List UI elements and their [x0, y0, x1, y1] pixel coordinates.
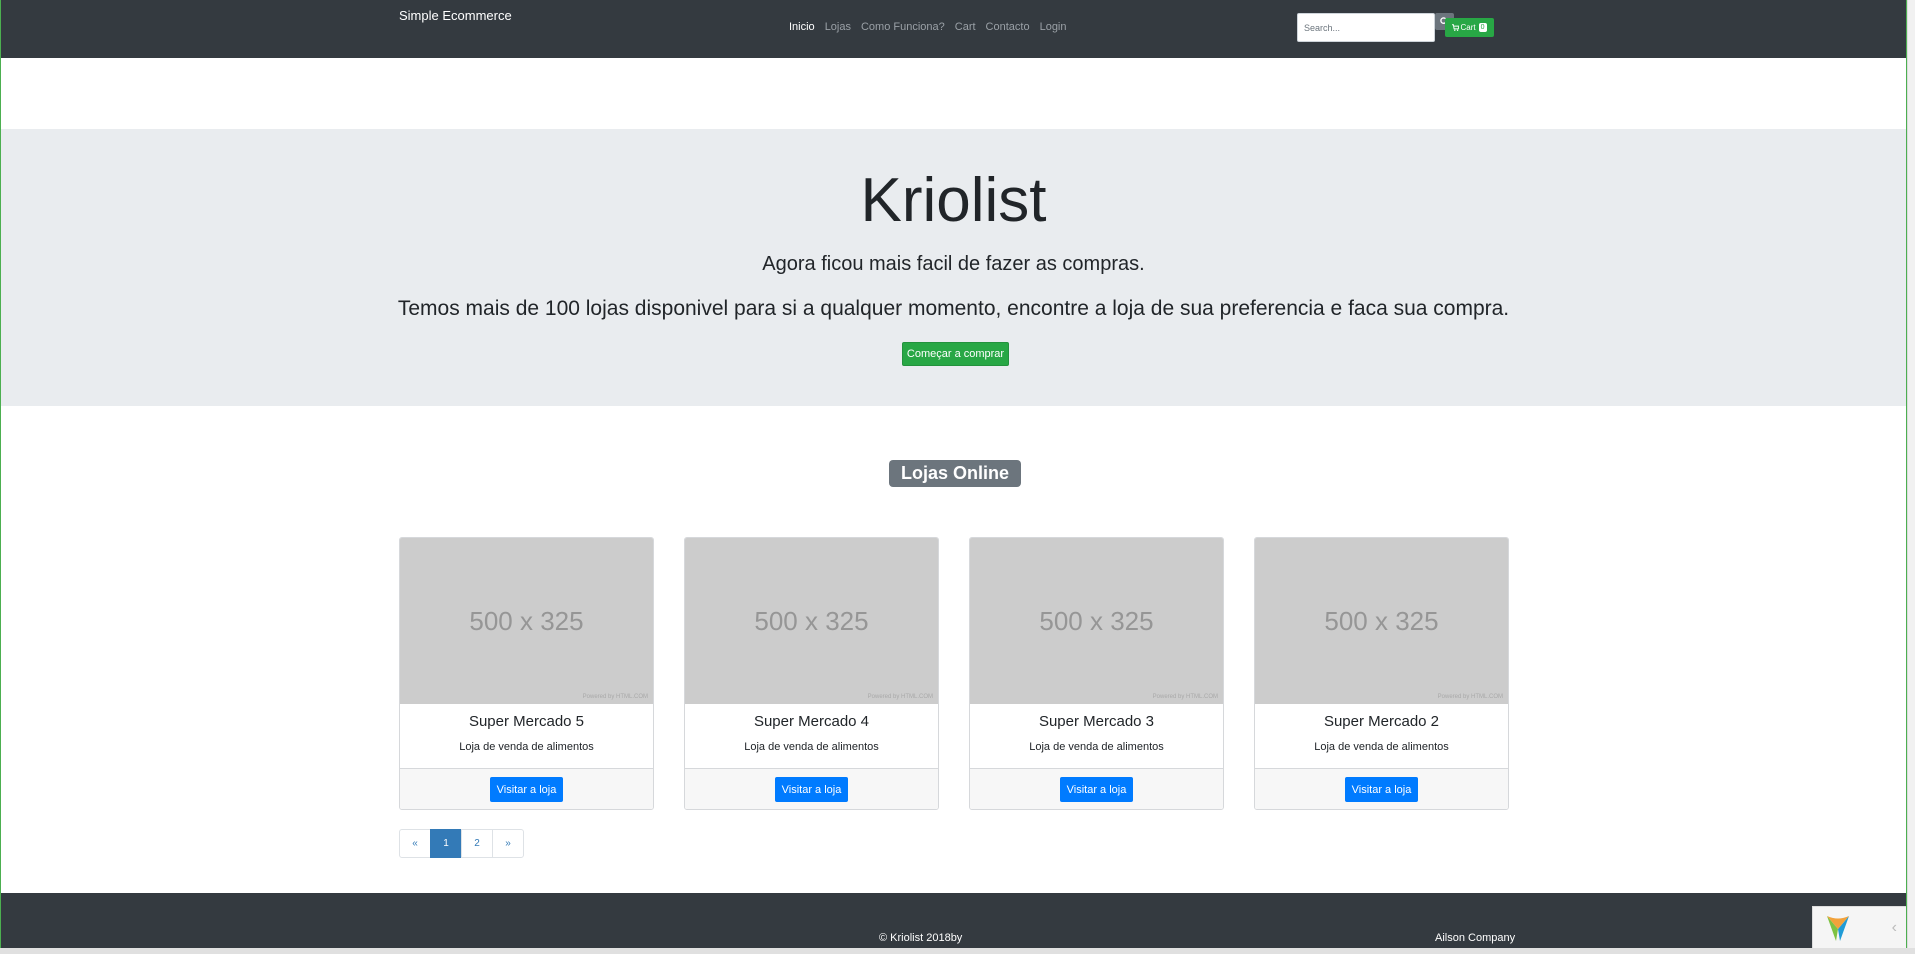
store-image: 500 x 325 Powered by HTML.COM	[1255, 538, 1508, 704]
nav-link-login[interactable]: Login	[1040, 21, 1067, 33]
copyright-text: © Kriolist 2018by	[879, 932, 963, 944]
company-name: Ailson Company	[1435, 932, 1516, 944]
store-title: Super Mercado 2	[1323, 713, 1440, 730]
image-placeholder-text: 500 x 325	[1039, 605, 1154, 636]
debug-toolbar: ‹	[1812, 906, 1906, 950]
store-image: 500 x 325 Powered by HTML.COM	[400, 538, 653, 704]
store-card: 500 x 325 Powered by HTML.COM Super Merc…	[1254, 537, 1509, 810]
nav-link-como-funciona[interactable]: Como Funciona?	[861, 21, 945, 33]
image-placeholder-text: 500 x 325	[754, 605, 869, 636]
image-credit: Powered by HTML.COM	[1437, 694, 1503, 700]
visit-store-button[interactable]: Visitar a loja	[490, 777, 563, 802]
visit-store-button[interactable]: Visitar a loja	[1060, 777, 1133, 802]
store-description: Loja de venda de alimentos	[1029, 741, 1164, 753]
pagination-page-2[interactable]: 2	[461, 829, 493, 858]
store-card: 500 x 325 Powered by HTML.COM Super Merc…	[969, 537, 1224, 810]
visit-store-button[interactable]: Visitar a loja	[775, 777, 848, 802]
chevron-left-icon[interactable]: ‹	[1892, 919, 1897, 937]
page: Simple Ecommerce Inicio Lojas Como Funci…	[0, 0, 1907, 954]
pagination-page-1[interactable]: 1	[430, 829, 462, 858]
nav-link-contacto[interactable]: Contacto	[986, 21, 1030, 33]
card-footer: Visitar a loja	[685, 768, 938, 809]
search-input[interactable]	[1297, 13, 1435, 42]
hero-title: Kriolist	[860, 166, 1047, 235]
card-footer: Visitar a loja	[400, 768, 653, 809]
cart-button[interactable]: Cart 0	[1445, 18, 1494, 37]
hero-section: Kriolist Agora ficou mais facil de fazer…	[1, 129, 1906, 406]
image-placeholder-text: 500 x 325	[1324, 605, 1439, 636]
card-footer: Visitar a loja	[970, 768, 1223, 809]
yii-logo-icon[interactable]	[1823, 913, 1853, 943]
hero-subtitle: Temos mais de 100 lojas disponivel para …	[397, 297, 1510, 320]
image-credit: Powered by HTML.COM	[1152, 694, 1218, 700]
taskbar-strip	[0, 948, 1915, 954]
cart-icon	[1452, 24, 1460, 31]
image-placeholder-text: 500 x 325	[469, 605, 584, 636]
brand-link[interactable]: Simple Ecommerce	[399, 8, 512, 23]
cart-label: Cart	[1460, 23, 1476, 32]
start-shopping-button[interactable]: Começar a comprar	[902, 342, 1009, 366]
pagination-next[interactable]: »	[492, 829, 524, 858]
pagination: « 1 2 »	[399, 829, 524, 858]
footer: © Kriolist 2018by Ailson Company	[1, 893, 1906, 954]
pagination-prev[interactable]: «	[399, 829, 431, 858]
nav-links: Inicio Lojas Como Funciona? Cart Contact…	[789, 21, 1067, 33]
cart-count-badge: 0	[1478, 23, 1487, 32]
store-image: 500 x 325 Powered by HTML.COM	[970, 538, 1223, 704]
visit-store-button[interactable]: Visitar a loja	[1345, 777, 1418, 802]
store-description: Loja de venda de alimentos	[459, 741, 594, 753]
navbar: Simple Ecommerce Inicio Lojas Como Funci…	[1, 0, 1906, 58]
hero-lead: Agora ficou mais facil de fazer as compr…	[762, 253, 1145, 275]
section-title: Lojas Online	[889, 460, 1021, 487]
image-credit: Powered by HTML.COM	[867, 694, 933, 700]
store-card: 500 x 325 Powered by HTML.COM Super Merc…	[399, 537, 654, 810]
card-footer: Visitar a loja	[1255, 768, 1508, 809]
nav-link-inicio[interactable]: Inicio	[789, 21, 815, 33]
store-card: 500 x 325 Powered by HTML.COM Super Merc…	[684, 537, 939, 810]
image-credit: Powered by HTML.COM	[582, 694, 648, 700]
store-image: 500 x 325 Powered by HTML.COM	[685, 538, 938, 704]
store-title: Super Mercado 3	[1038, 713, 1155, 730]
nav-link-lojas[interactable]: Lojas	[825, 21, 851, 33]
scrollbar[interactable]	[1907, 0, 1915, 954]
store-title: Super Mercado 4	[753, 713, 870, 730]
nav-link-cart[interactable]: Cart	[955, 21, 976, 33]
store-description: Loja de venda de alimentos	[744, 741, 879, 753]
store-title: Super Mercado 5	[468, 713, 585, 730]
store-description: Loja de venda de alimentos	[1314, 741, 1449, 753]
